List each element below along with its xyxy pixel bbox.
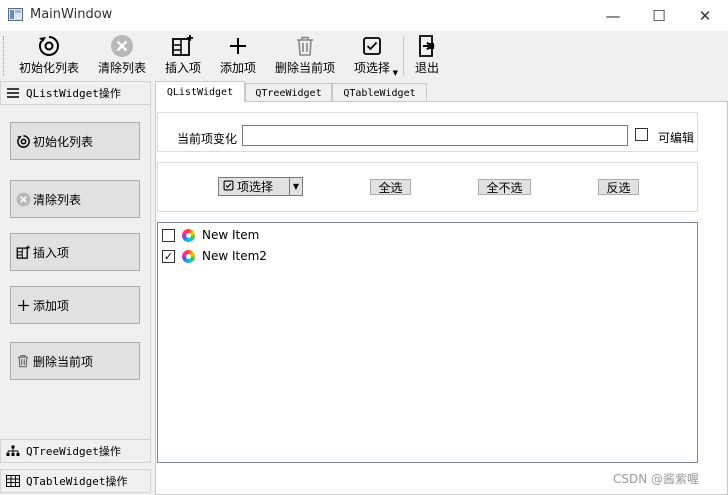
side-button-label: 清除列表 xyxy=(33,192,82,207)
checkbox-icon xyxy=(223,180,234,194)
exit-icon xyxy=(416,33,438,59)
dropdown-button-label: 项选择 xyxy=(237,180,274,194)
trash-icon xyxy=(15,353,31,369)
side-button-label: 删除当前项 xyxy=(33,354,94,369)
tree-icon xyxy=(6,445,22,457)
toolbar-label: 清除列表 xyxy=(97,61,146,75)
current-item-label: 当前项变化 xyxy=(177,132,238,146)
tab-qtreewidget[interactable]: QTreeWidget xyxy=(245,83,332,102)
refresh-icon xyxy=(15,133,31,149)
clear-icon xyxy=(15,191,31,207)
main-toolbar: 初始化列表 清除列表 插入项 添加项 删除当前项 项选择 ▼ 退出 xyxy=(0,31,728,80)
toolbar-clear-list-button[interactable]: 清除列表 xyxy=(96,33,148,79)
toolbar-label: 项选择 xyxy=(353,61,390,75)
tab-qlistwidget[interactable]: QListWidget xyxy=(155,81,245,102)
side-insert-item-button[interactable]: 插入项 xyxy=(10,233,140,271)
dock-header-table-ops[interactable]: QTableWidget操作 xyxy=(0,469,151,493)
insert-icon xyxy=(15,244,31,260)
side-delete-item-button[interactable]: 删除当前项 xyxy=(10,342,140,380)
list-item-checkbox[interactable]: ✓ xyxy=(162,249,175,263)
list-item[interactable]: New Item xyxy=(162,225,259,245)
side-add-item-button[interactable]: 添加项 xyxy=(10,286,140,324)
current-item-input[interactable] xyxy=(242,125,628,146)
side-button-label: 初始化列表 xyxy=(33,134,94,149)
select-none-button[interactable]: 全不选 xyxy=(478,179,531,195)
plus-icon xyxy=(227,33,249,59)
toolbar-add-item-button[interactable]: 添加项 xyxy=(218,33,258,79)
title-bar: MainWindow — ☐ ✕ xyxy=(0,0,728,31)
list-widget[interactable]: New Item ✓ New Item2 xyxy=(157,222,698,463)
trash-icon xyxy=(294,33,316,59)
clear-icon xyxy=(110,33,134,59)
minimize-button[interactable]: — xyxy=(590,0,636,31)
toolbar-exit-button[interactable]: 退出 xyxy=(412,33,442,79)
toolbar-init-list-button[interactable]: 初始化列表 xyxy=(17,33,81,79)
invert-selection-button[interactable]: 反选 xyxy=(598,179,639,195)
toolbar-label: 退出 xyxy=(414,61,439,75)
selection-group: 项选择 ▼ 全选 全不选 反选 xyxy=(157,162,698,212)
editable-checkbox[interactable] xyxy=(635,128,648,141)
plus-icon xyxy=(15,297,31,313)
toolbar-label: 插入项 xyxy=(164,61,201,75)
color-wheel-icon xyxy=(182,228,195,242)
list-item-text: New Item xyxy=(202,228,260,242)
menu-icon xyxy=(6,87,22,99)
toolbar-label: 添加项 xyxy=(219,61,256,75)
editable-label: 可编辑 xyxy=(658,131,695,145)
side-button-label: 插入项 xyxy=(33,245,70,260)
tab-qtablewidget[interactable]: QTableWidget xyxy=(332,83,427,102)
item-select-dropdown-button[interactable]: 项选择 ▼ xyxy=(218,177,303,196)
watermark: CSDN @酱紫喔 xyxy=(613,472,700,486)
side-button-label: 添加项 xyxy=(33,298,70,313)
list-item-checkbox[interactable] xyxy=(162,228,175,242)
close-button[interactable]: ✕ xyxy=(682,0,728,31)
table-icon xyxy=(6,475,22,487)
dock-header-tree-ops[interactable]: QTreeWidget操作 xyxy=(0,439,151,463)
current-item-group: 当前项变化 可编辑 xyxy=(157,112,698,152)
dock-panel: QListWidget操作 初始化列表 清除列表 插入项 添加项 删除当前项 Q… xyxy=(0,81,151,495)
toolbar-grip[interactable] xyxy=(3,36,6,76)
toolbar-label: 初始化列表 xyxy=(18,61,79,75)
dock-header-label: QListWidget操作 xyxy=(26,87,121,100)
insert-icon xyxy=(171,33,195,59)
list-item[interactable]: ✓ New Item2 xyxy=(162,246,267,266)
app-icon xyxy=(8,8,23,21)
toolbar-delete-item-button[interactable]: 删除当前项 xyxy=(273,33,337,79)
toolbar-insert-item-button[interactable]: 插入项 xyxy=(163,33,203,79)
side-clear-list-button[interactable]: 清除列表 xyxy=(10,180,140,218)
dock-header-label: QTreeWidget操作 xyxy=(26,445,121,458)
toolbar-item-select-button[interactable]: 项选择 ▼ xyxy=(352,33,398,79)
dock-header-label: QTableWidget操作 xyxy=(26,475,128,488)
color-wheel-icon xyxy=(182,249,195,263)
select-all-button[interactable]: 全选 xyxy=(370,179,411,195)
dropdown-arrow-icon[interactable]: ▼ xyxy=(289,178,302,195)
dock-header-list-ops[interactable]: QListWidget操作 xyxy=(0,81,151,105)
window-title: MainWindow xyxy=(30,7,113,22)
dropdown-arrow-icon: ▼ xyxy=(392,69,398,77)
maximize-button[interactable]: ☐ xyxy=(636,0,682,31)
toolbar-label: 删除当前项 xyxy=(274,61,335,75)
side-init-list-button[interactable]: 初始化列表 xyxy=(10,122,140,160)
list-item-text: New Item2 xyxy=(202,249,267,263)
refresh-icon xyxy=(37,33,61,59)
toolbar-separator xyxy=(403,36,404,76)
checkbox-icon xyxy=(362,33,382,59)
